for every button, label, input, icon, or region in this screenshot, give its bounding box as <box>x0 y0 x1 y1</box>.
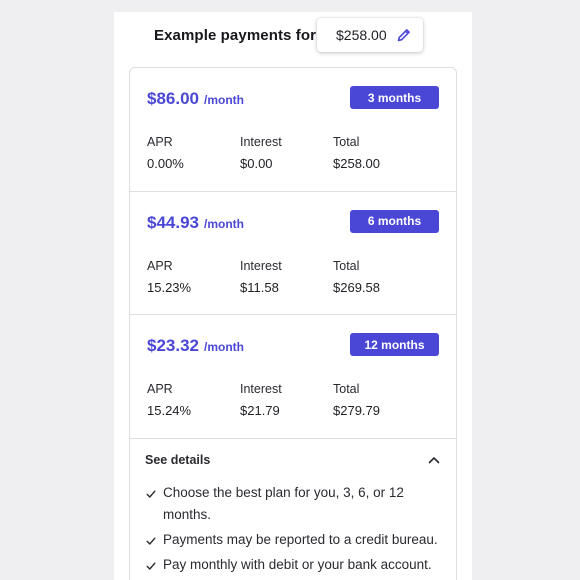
interest-value: $11.58 <box>240 279 279 295</box>
total-label: Total <box>333 135 360 149</box>
interest-value: $21.79 <box>240 403 280 418</box>
apr-stat: APR 15.24% <box>147 382 191 418</box>
details-list-item: Pay monthly with debit or your bank acco… <box>130 554 456 576</box>
check-icon <box>146 562 156 570</box>
amount-edit-button[interactable]: $258.00 <box>317 18 423 52</box>
monthly-amount: $44.93 /month <box>147 213 244 233</box>
interest-stat: Interest $21.79 <box>240 382 282 418</box>
interest-label: Interest <box>240 258 282 273</box>
interest-label: Interest <box>240 135 282 149</box>
per-month-label: /month <box>204 216 244 231</box>
term-button-12-months[interactable]: 12 months <box>350 333 439 356</box>
apr-value: 15.23% <box>147 279 192 295</box>
details-bullet-text: Pay monthly with debit or your bank acco… <box>163 556 432 572</box>
term-button-6-months[interactable]: 6 months <box>350 209 439 233</box>
monthly-value: $86.00 <box>147 89 199 108</box>
apr-value: 0.00% <box>147 156 184 171</box>
total-value: $269.58 <box>333 279 380 295</box>
plan-card: $86.00 /month 3 months APR 0.00% Interes… <box>130 68 456 192</box>
apr-label: APR <box>147 258 173 273</box>
apr-label: APR <box>147 382 173 396</box>
monthly-amount: $23.32 /month <box>147 336 244 356</box>
apr-stat: APR 0.00% <box>147 135 184 171</box>
term-button-3-months[interactable]: 3 months <box>350 86 439 109</box>
see-details-label: See details <box>145 452 211 467</box>
monthly-value: $23.32 <box>147 336 199 355</box>
pencil-icon[interactable] <box>396 27 412 43</box>
total-value: $258.00 <box>333 156 380 171</box>
monthly-value: $44.93 <box>147 212 199 232</box>
monthly-amount: $86.00 /month <box>147 89 244 109</box>
interest-value: $0.00 <box>240 156 273 171</box>
interest-stat: Interest $11.58 <box>240 259 282 295</box>
amount-value: $258.00 <box>336 27 387 43</box>
total-label: Total <box>333 382 360 396</box>
example-payments-header: Example payments for <box>154 18 316 52</box>
payment-plans-list: $86.00 /month 3 months APR 0.00% Interes… <box>129 67 457 580</box>
apr-label: APR <box>147 135 173 149</box>
details-list-item: Payments may be reported to a credit bur… <box>130 529 456 551</box>
chevron-up-icon[interactable] <box>428 454 440 466</box>
header-title: Example payments for <box>154 26 317 44</box>
see-details-toggle[interactable]: See details <box>130 439 456 482</box>
total-stat: Total $258.00 <box>333 135 380 171</box>
interest-label: Interest <box>240 382 282 396</box>
details-list: Choose the best plan for you, 3, 6, or 1… <box>130 482 456 576</box>
total-stat: Total $269.58 <box>333 259 380 295</box>
apr-value: 15.24% <box>147 403 192 418</box>
per-month-label: /month <box>204 340 244 354</box>
total-stat: Total $279.79 <box>333 382 380 418</box>
check-icon <box>146 490 156 498</box>
details-bullet-text: Payments may be reported to a credit bur… <box>163 531 438 547</box>
payment-panel: Example payments for $258.00 $86.00 /mon… <box>114 12 472 580</box>
total-value: $279.79 <box>333 403 380 418</box>
details-list-item: Choose the best plan for you, 3, 6, or 1… <box>130 482 456 526</box>
apr-stat: APR 15.23% <box>147 259 191 295</box>
per-month-label: /month <box>204 93 244 107</box>
plan-card: $23.32 /month 12 months APR 15.24% Inter… <box>130 315 456 439</box>
plan-card: $44.93 /month 6 months APR 15.23% Intere… <box>130 192 456 315</box>
check-icon <box>146 537 156 545</box>
details-bullet-text: Choose the best plan for you, 3, 6, or 1… <box>163 484 404 522</box>
total-label: Total <box>333 258 360 273</box>
interest-stat: Interest $0.00 <box>240 135 282 171</box>
